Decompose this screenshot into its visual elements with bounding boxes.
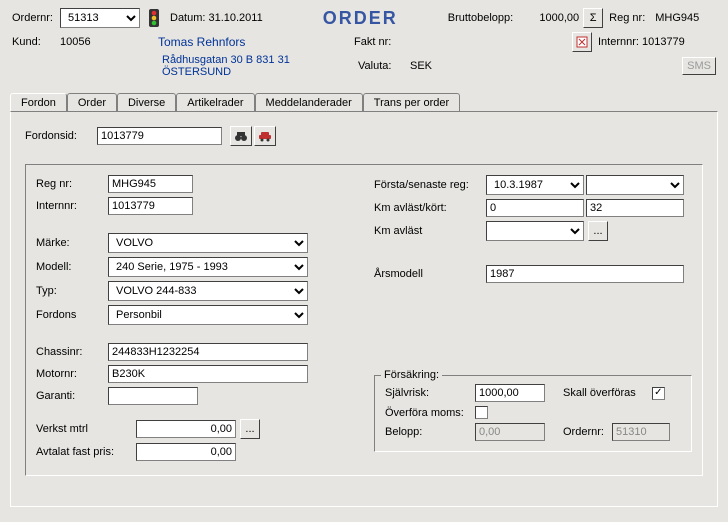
avtalat-input[interactable]	[136, 443, 236, 461]
fordonsid-label: Fordonsid:	[25, 130, 97, 142]
verkst-label: Verkst mtrl	[36, 423, 136, 435]
sjalvrisk-label: Självrisk:	[385, 387, 475, 399]
tab-fordon[interactable]: Fordon	[10, 93, 67, 112]
forsta-select[interactable]: 10.3.1987	[486, 175, 584, 195]
km-avlast-input[interactable]	[486, 199, 584, 217]
sigma-button[interactable]: Σ	[583, 8, 603, 28]
regnr-value: MHG945	[655, 12, 699, 24]
forsakring-ordernr-label: Ordernr:	[563, 426, 604, 438]
motornr-input[interactable]	[108, 365, 308, 383]
binoculars-button[interactable]	[230, 126, 252, 146]
sms-button[interactable]: SMS	[682, 57, 716, 75]
kund-value: 10056	[60, 36, 150, 48]
belopp-label: Belopp:	[385, 426, 475, 438]
tab-artikelrader[interactable]: Artikelrader	[176, 93, 254, 112]
customer-address: Rådhusgatan 30 B 831 31 ÖSTERSUND	[162, 54, 358, 78]
verkst-input[interactable]	[136, 420, 236, 438]
garanti-input[interactable]	[108, 387, 198, 405]
tab-meddelanderader[interactable]: Meddelanderader	[255, 93, 363, 112]
arsmodell-input[interactable]	[486, 265, 684, 283]
km-avlast2-select[interactable]	[486, 221, 584, 241]
ordernr-select[interactable]: 51313	[60, 8, 140, 28]
fordons-label: Fordons	[36, 309, 108, 321]
traffic-light-icon	[146, 9, 162, 27]
motornr-label: Motornr:	[36, 368, 108, 380]
modell-label: Modell:	[36, 261, 108, 273]
document-icon	[576, 36, 588, 48]
sjalvrisk-input[interactable]	[475, 384, 545, 402]
overfora-moms-label: Överföra moms:	[385, 407, 475, 419]
skall-overforas-label: Skall överföras	[563, 387, 636, 399]
kund-label: Kund:	[12, 36, 60, 48]
fordonsid-input[interactable]	[97, 127, 222, 145]
garanti-label: Garanti:	[36, 390, 108, 402]
datum-value: 31.10.2011	[208, 12, 262, 24]
faktnr-label: Fakt nr:	[354, 36, 458, 48]
verkst-ellipsis-button[interactable]: ...	[240, 419, 260, 439]
forsakring-ordernr-input	[612, 423, 670, 441]
brutto-label: Bruttobelopp:	[448, 12, 513, 24]
overfora-moms-checkbox[interactable]	[475, 406, 488, 419]
belopp-input	[475, 423, 545, 441]
forsakring-group: Försäkring: Självrisk: Skall överföras Ö…	[374, 375, 692, 452]
marke-select[interactable]: VOLVO	[108, 233, 308, 253]
typ-select[interactable]: VOLVO 244-833	[108, 281, 308, 301]
avtalat-label: Avtalat fast pris:	[36, 446, 136, 458]
valuta-value: SEK	[410, 60, 432, 72]
internnr-value: 1013779	[642, 36, 685, 48]
typ-label: Typ:	[36, 285, 108, 297]
forsta-label: Första/senaste reg:	[374, 179, 486, 191]
regnr-label: Reg nr:	[609, 12, 645, 24]
page-title: ORDER	[323, 8, 398, 29]
internnr-vehicle-input[interactable]	[108, 197, 193, 215]
marke-label: Märke:	[36, 237, 108, 249]
doc-icon-button[interactable]	[572, 32, 592, 52]
fordons-select[interactable]: Personbil	[108, 305, 308, 325]
regnr-vehicle-label: Reg nr:	[36, 178, 108, 190]
arsmodell-label: Årsmodell	[374, 268, 486, 280]
car-button[interactable]	[254, 126, 276, 146]
brutto-value: 1000,00	[531, 12, 579, 24]
km-avlast-kort-label: Km avläst/kört:	[374, 202, 486, 214]
km-ellipsis-button[interactable]: ...	[588, 221, 608, 241]
tab-panel-fordon: Fordonsid: Reg nr: Internnr: Märke:VOLVO…	[10, 111, 718, 507]
forsakring-legend: Försäkring:	[381, 369, 442, 381]
binoculars-icon	[234, 130, 248, 142]
chassinr-label: Chassinr:	[36, 346, 108, 358]
internnr-label: Internnr:	[598, 36, 639, 48]
tab-order[interactable]: Order	[67, 93, 117, 112]
tab-bar: Fordon Order Diverse Artikelrader Meddel…	[10, 92, 728, 111]
ordernr-label: Ordernr:	[12, 12, 60, 24]
chassinr-input[interactable]	[108, 343, 308, 361]
internnr-vehicle-label: Internnr:	[36, 200, 108, 212]
skall-overforas-checkbox[interactable]	[652, 387, 665, 400]
tab-trans-per-order[interactable]: Trans per order	[363, 93, 460, 112]
senaste-select[interactable]	[586, 175, 684, 195]
modell-select[interactable]: 240 Serie, 1975 - 1993	[108, 257, 308, 277]
customer-name: Tomas Rehnfors	[158, 35, 354, 49]
km-kort-input[interactable]	[586, 199, 684, 217]
regnr-vehicle-input[interactable]	[108, 175, 193, 193]
tab-diverse[interactable]: Diverse	[117, 93, 176, 112]
km-avlast2-label: Km avläst	[374, 225, 486, 237]
valuta-label: Valuta:	[358, 60, 406, 72]
datum-label: Datum:	[170, 12, 205, 24]
car-icon	[258, 130, 272, 142]
